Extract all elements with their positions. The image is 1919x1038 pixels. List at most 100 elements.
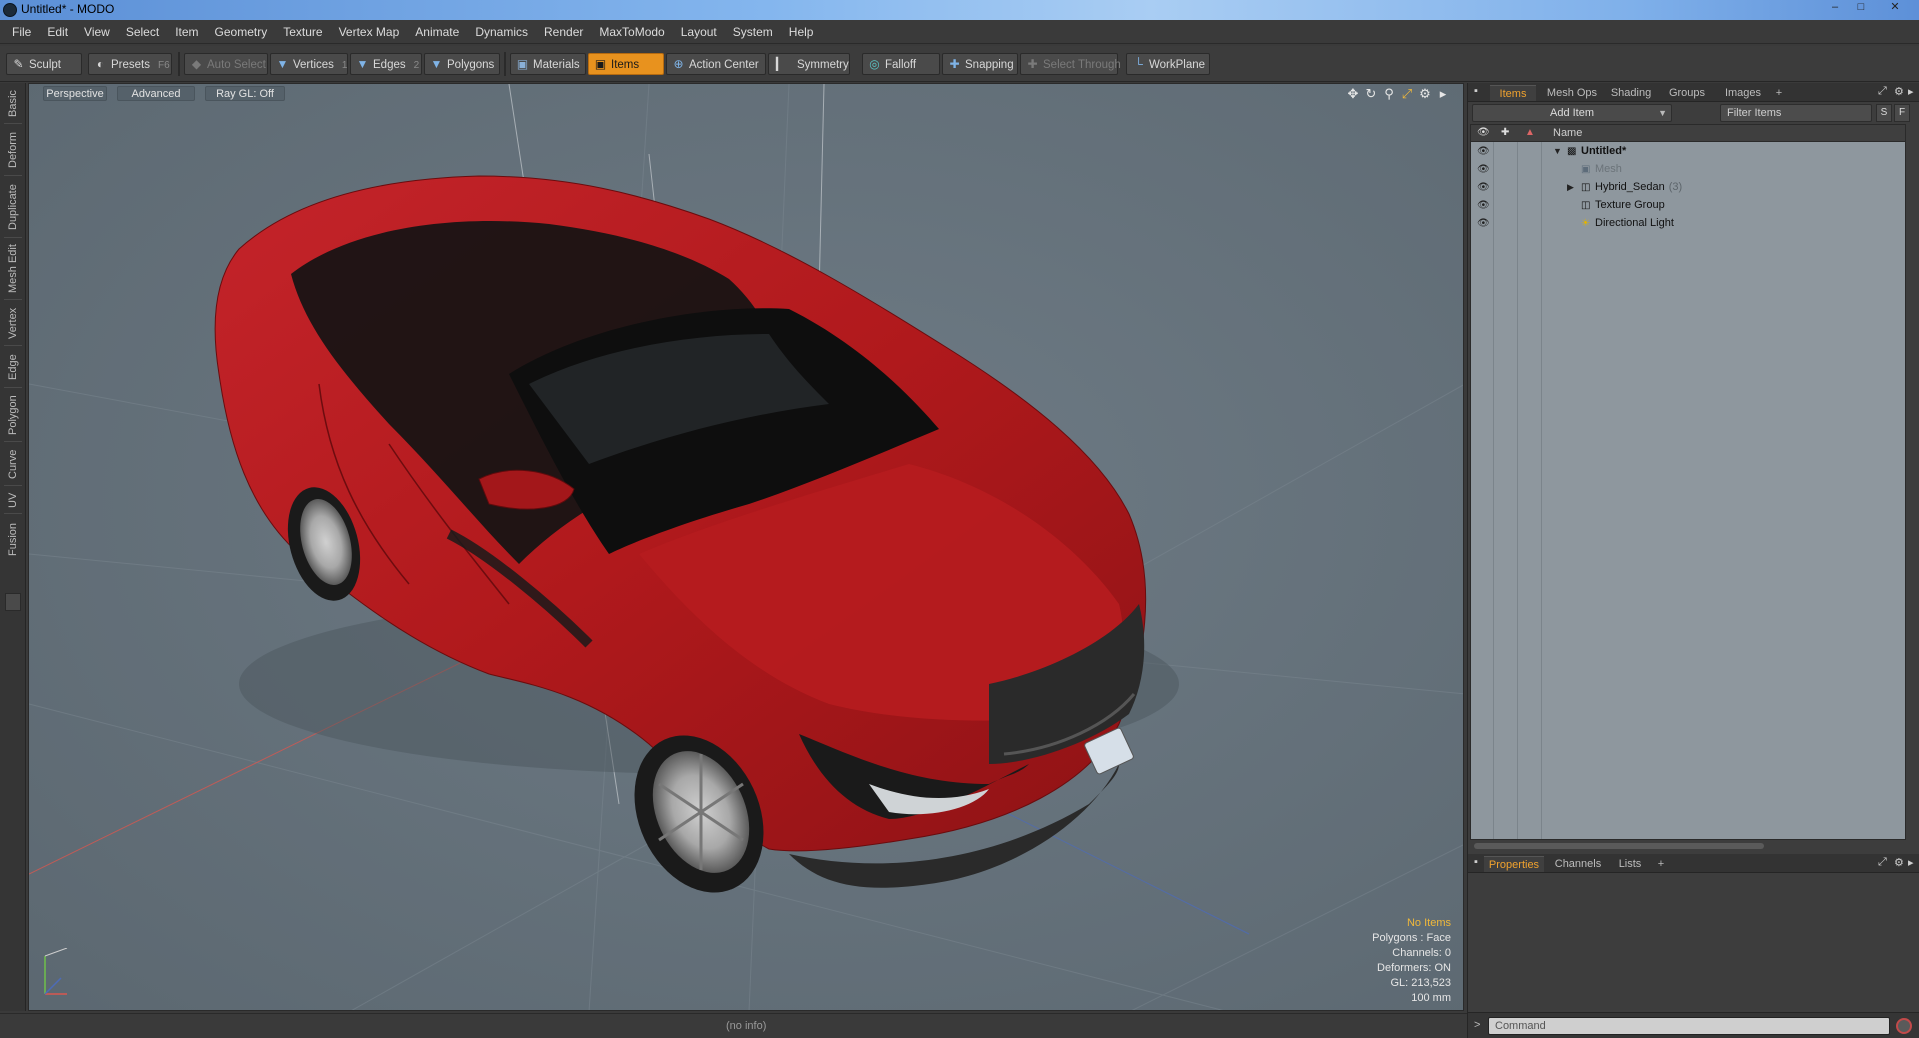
- menu-dynamics[interactable]: Dynamics: [467, 20, 536, 44]
- scene-icon: ▩: [1567, 146, 1577, 157]
- 3d-viewport[interactable]: Perspective Advanced Ray GL: Off ✥ ↻ ⚲ ⤢…: [28, 83, 1464, 1011]
- visibility-eye-icon[interactable]: 👁: [1477, 218, 1490, 230]
- tab-mesh-edit[interactable]: Mesh Edit: [3, 241, 23, 297]
- presets-button[interactable]: ◐ Presets F6: [88, 53, 172, 75]
- tab-duplicate[interactable]: Duplicate: [3, 179, 23, 235]
- tab-lists[interactable]: Lists: [1610, 856, 1650, 872]
- vertices-label: Vertices: [293, 59, 334, 71]
- menu-system[interactable]: System: [725, 20, 781, 44]
- tree-scrollbar[interactable]: [1470, 841, 1906, 851]
- tab-divider: [4, 123, 22, 124]
- viewport-menu-arrow-icon[interactable]: ▸: [1435, 86, 1451, 102]
- menu-maxtomodo[interactable]: MaxToModo: [591, 20, 672, 44]
- add-item-dropdown[interactable]: Add Item ▼: [1472, 104, 1672, 122]
- auto-select-button[interactable]: ◆ Auto Select: [184, 53, 268, 75]
- tab-fusion[interactable]: Fusion: [3, 517, 23, 561]
- menu-geometry[interactable]: Geometry: [207, 20, 276, 44]
- menu-edit[interactable]: Edit: [39, 20, 76, 44]
- tab-curve[interactable]: Curve: [3, 445, 23, 483]
- close-button[interactable]: ✕: [1875, 0, 1915, 16]
- menu-select[interactable]: Select: [118, 20, 167, 44]
- tab-shading[interactable]: Shading: [1606, 85, 1656, 101]
- menu-item[interactable]: Item: [167, 20, 206, 44]
- zoom-icon[interactable]: ⚲: [1381, 86, 1397, 102]
- add-tab-icon[interactable]: +: [1654, 856, 1668, 872]
- add-tab-icon[interactable]: +: [1772, 85, 1786, 101]
- menu-render[interactable]: Render: [536, 20, 591, 44]
- sidebar-toggle-button[interactable]: [5, 593, 21, 611]
- tab-vertex[interactable]: Vertex: [3, 303, 23, 343]
- items-mode-button[interactable]: ▣ Items: [588, 53, 664, 75]
- minimize-button[interactable]: –: [1823, 0, 1847, 16]
- vertices-button[interactable]: ▼ Vertices 1: [270, 53, 348, 75]
- tab-groups[interactable]: Groups: [1662, 85, 1712, 101]
- tree-row[interactable]: 👁 ☀ Directional Light: [1471, 215, 1905, 233]
- tab-deform[interactable]: Deform: [3, 127, 23, 173]
- tree-row[interactable]: 👁 ▣ Mesh: [1471, 161, 1905, 179]
- tree-row[interactable]: 👁 ▶ ◫ Hybrid_Sedan (3): [1471, 179, 1905, 197]
- visibility-eye-icon[interactable]: 👁: [1477, 182, 1490, 194]
- vertices-shortcut: 1: [341, 60, 348, 71]
- name-column-header[interactable]: Name: [1553, 127, 1582, 139]
- menu-file[interactable]: File: [4, 20, 39, 44]
- action-center-button[interactable]: ⊕ Action Center: [666, 53, 766, 75]
- panel-arrow-icon[interactable]: ▸: [1908, 856, 1914, 869]
- visibility-eye-icon[interactable]: 👁: [1477, 164, 1490, 176]
- viewport-settings-icon[interactable]: ⚙: [1417, 86, 1433, 102]
- expand-panel-icon[interactable]: ⤢: [1878, 85, 1887, 98]
- menu-help[interactable]: Help: [781, 20, 822, 44]
- expand-arrow-icon[interactable]: ▶: [1567, 182, 1574, 193]
- deformers-status: Deformers: ON: [1377, 962, 1451, 974]
- presets-shortcut: F6: [158, 60, 170, 71]
- tab-properties[interactable]: Properties: [1484, 856, 1544, 872]
- tab-items[interactable]: Items: [1490, 85, 1536, 101]
- maximize-button[interactable]: □: [1849, 0, 1873, 16]
- command-input[interactable]: Command: [1488, 1017, 1890, 1035]
- raygl-toggle[interactable]: Ray GL: Off: [205, 86, 285, 101]
- symmetry-button[interactable]: ▎ Symmetry: [768, 53, 850, 75]
- tab-uv[interactable]: UV: [3, 489, 23, 511]
- snapping-button[interactable]: ✚ Snapping: [942, 53, 1018, 75]
- command-bar: > Command: [1468, 1012, 1919, 1038]
- maximize-viewport-icon[interactable]: ⤢: [1399, 86, 1415, 102]
- falloff-button[interactable]: ◎ Falloff: [862, 53, 940, 75]
- polygons-button[interactable]: ▼ Polygons: [424, 53, 500, 75]
- panel-settings-icon[interactable]: ⚙: [1894, 856, 1904, 869]
- visibility-eye-icon[interactable]: 👁: [1477, 200, 1490, 212]
- tab-mesh-ops[interactable]: Mesh Ops: [1542, 85, 1602, 101]
- scrollbar-thumb[interactable]: [1474, 843, 1764, 849]
- collapse-arrow-icon[interactable]: ▼: [1553, 146, 1562, 156]
- rotate-icon[interactable]: ↻: [1363, 86, 1379, 102]
- tab-images[interactable]: Images: [1718, 85, 1768, 101]
- panel-menu-icon[interactable]: ▪: [1474, 85, 1478, 97]
- panel-menu-icon[interactable]: ▪: [1474, 856, 1478, 868]
- panel-arrow-icon[interactable]: ▸: [1908, 85, 1914, 98]
- panel-settings-icon[interactable]: ⚙: [1894, 85, 1904, 98]
- tab-polygon[interactable]: Polygon: [3, 391, 23, 439]
- menu-texture[interactable]: Texture: [275, 20, 330, 44]
- select-through-button[interactable]: ✚ Select Through: [1020, 53, 1121, 75]
- tab-edge[interactable]: Edge: [3, 349, 23, 385]
- tree-row[interactable]: 👁 ◫ Texture Group: [1471, 197, 1905, 215]
- expand-panel-icon[interactable]: ⤢: [1878, 856, 1887, 869]
- materials-button[interactable]: ▣ Materials: [510, 53, 586, 75]
- tree-row[interactable]: 👁 ▼ ▩ Untitled*: [1471, 143, 1905, 161]
- menu-view[interactable]: View: [76, 20, 118, 44]
- pan-icon[interactable]: ✥: [1345, 86, 1361, 102]
- command-history-icon[interactable]: [1896, 1018, 1912, 1034]
- filter-f-button[interactable]: F: [1894, 104, 1910, 122]
- tab-channels[interactable]: Channels: [1550, 856, 1606, 872]
- shading-mode-dropdown[interactable]: Advanced: [117, 86, 195, 101]
- tab-divider: [4, 513, 22, 514]
- filter-s-button[interactable]: S: [1876, 104, 1892, 122]
- sculpt-button[interactable]: ✎ Sculpt: [6, 53, 82, 75]
- tab-basic[interactable]: Basic: [3, 87, 23, 121]
- visibility-eye-icon[interactable]: 👁: [1477, 146, 1490, 158]
- filter-items-input[interactable]: Filter Items: [1720, 104, 1872, 122]
- workplane-button[interactable]: └ WorkPlane: [1126, 53, 1210, 75]
- menu-vertex-map[interactable]: Vertex Map: [331, 20, 408, 44]
- menu-animate[interactable]: Animate: [407, 20, 467, 44]
- edges-button[interactable]: ▼ Edges 2: [350, 53, 422, 75]
- view-mode-dropdown[interactable]: Perspective: [43, 86, 107, 101]
- menu-layout[interactable]: Layout: [673, 20, 725, 44]
